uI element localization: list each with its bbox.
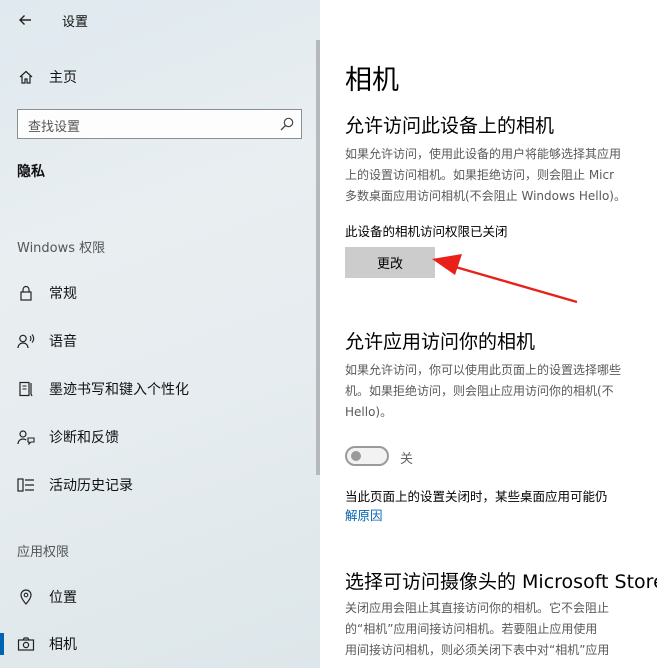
pen-icon xyxy=(17,380,35,398)
toggle-knob xyxy=(351,451,361,461)
section-description-line: 机。如果拒绝访问，则会阻止应用访问你的相机(不 xyxy=(345,384,614,398)
search-input[interactable]: 查找设置 xyxy=(17,109,302,139)
back-arrow-icon xyxy=(19,15,31,25)
section-description-line: 多数桌面应用访问相机(不会阻止 Windows Hello)。 xyxy=(345,189,626,203)
section-title: 隐私 xyxy=(17,164,45,180)
sidebar: 设置 主页 查找设置 隐私 Windows 权限 常规 语音 墨迹书写和键入个性… xyxy=(0,0,320,668)
section-description-line: 的“相机”应用间接访问相机。若要阻止应用使用 xyxy=(345,622,598,636)
group-heading-apps: 应用权限 xyxy=(17,545,70,560)
sidebar-item-label: 位置 xyxy=(49,590,77,606)
change-button[interactable]: 更改 xyxy=(345,247,435,278)
sidebar-item-label: 相机 xyxy=(49,637,77,653)
app-access-toggle[interactable] xyxy=(345,446,389,466)
section-heading-store-apps: 选择可访问摄像头的 Microsoft Store xyxy=(345,571,657,593)
search-placeholder: 查找设置 xyxy=(28,120,81,135)
history-icon xyxy=(17,476,35,494)
sidebar-item-activity-history[interactable]: 活动历史记录 xyxy=(0,465,320,505)
speech-icon xyxy=(17,332,35,350)
sidebar-item-label: 墨迹书写和键入个性化 xyxy=(49,382,189,398)
location-icon xyxy=(17,588,35,606)
sidebar-item-camera[interactable]: 相机 xyxy=(0,624,320,664)
section-description-line: 上的设置访问相机。如果拒绝访问，则会阻止 Micr xyxy=(345,168,615,182)
section-heading-device-access: 允许访问此设备上的相机 xyxy=(345,115,555,137)
group-heading-windows: Windows 权限 xyxy=(17,241,106,256)
sidebar-item-diagnostics[interactable]: 诊断和反馈 xyxy=(0,417,320,457)
home-icon xyxy=(17,68,35,86)
section-description-line: Hello)。 xyxy=(345,405,393,419)
sidebar-item-label: 语音 xyxy=(49,334,77,350)
section-heading-app-access: 允许应用访问你的相机 xyxy=(345,331,536,353)
learn-why-link[interactable]: 解原因 xyxy=(345,505,383,524)
section-description-line: 如果允许访问，你可以使用此页面上的设置选择哪些 xyxy=(345,363,622,377)
sidebar-item-label: 诊断和反馈 xyxy=(49,430,119,446)
section-description-line: 用间接访问相机，则必须关闭下表中对“相机”应用 xyxy=(345,643,610,657)
sidebar-item-general[interactable]: 常规 xyxy=(0,273,320,313)
toggle-state-label: 关 xyxy=(400,452,414,467)
feedback-icon xyxy=(17,428,35,446)
sidebar-item-home[interactable]: 主页 xyxy=(0,57,320,97)
window-title: 设置 xyxy=(62,15,89,30)
section-description-line: 如果允许访问，使用此设备的用户将能够选择其应用 xyxy=(345,147,622,161)
lock-icon xyxy=(17,284,35,302)
search-icon[interactable] xyxy=(279,116,295,132)
title-bar: 设置 xyxy=(0,0,320,40)
desktop-apps-note: 当此页面上的设置关闭时，某些桌面应用可能仍 xyxy=(345,489,608,504)
page-title: 相机 xyxy=(345,65,399,96)
sidebar-item-location[interactable]: 位置 xyxy=(0,577,320,617)
back-button[interactable] xyxy=(12,8,38,32)
sidebar-item-speech[interactable]: 语音 xyxy=(0,321,320,361)
sidebar-item-label: 常规 xyxy=(49,286,77,302)
device-access-status: 此设备的相机访问权限已关闭 xyxy=(345,224,508,239)
sidebar-item-label: 活动历史记录 xyxy=(49,478,133,494)
sidebar-item-inking[interactable]: 墨迹书写和键入个性化 xyxy=(0,369,320,409)
camera-icon xyxy=(17,635,35,653)
main-content: 相机 允许访问此设备上的相机 如果允许访问，使用此设备的用户将能够选择其应用 上… xyxy=(320,0,657,668)
sidebar-item-label: 主页 xyxy=(49,70,77,86)
section-description-line: 关闭应用会阻止其直接访问你的相机。它不会阻止 xyxy=(345,601,610,615)
